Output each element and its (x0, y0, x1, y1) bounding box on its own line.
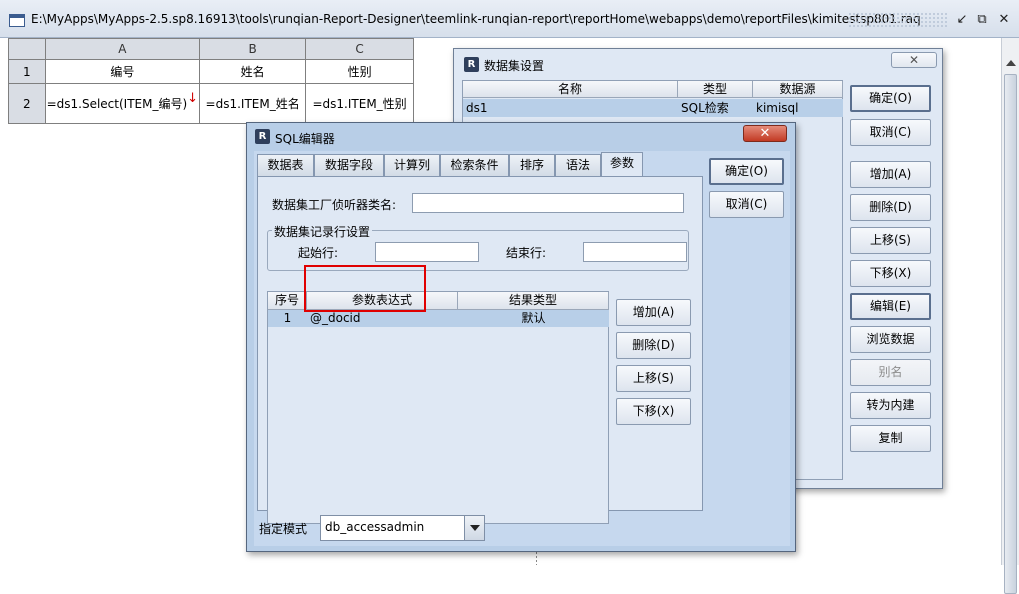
report-app-icon: R (464, 57, 479, 72)
cell-a1[interactable]: 编号 (44, 59, 201, 84)
sql-dialog-title: SQL编辑器 (275, 132, 335, 146)
close-icon[interactable]: ✕ (995, 11, 1013, 29)
dataset-move-down-button[interactable]: 下移(X) (850, 260, 931, 287)
dataset-add-button[interactable]: 增加(A) (850, 161, 931, 188)
sql-close-button[interactable]: ✕ (743, 125, 787, 142)
param-row-type[interactable]: 默认 (458, 310, 609, 327)
listener-class-input[interactable] (412, 193, 684, 213)
tab-syntax[interactable]: 语法 (555, 154, 601, 176)
end-row-input[interactable] (583, 242, 687, 262)
cell-a2[interactable]: =ds1.Select(ITEM_编号)↓ (44, 83, 201, 124)
cell-b1[interactable]: 姓名 (199, 59, 307, 84)
record-range-title: 数据集记录行设置 (272, 223, 373, 240)
tab-conditions[interactable]: 检索条件 (440, 154, 509, 176)
column-header-b[interactable]: B (199, 38, 307, 60)
tab-tables[interactable]: 数据表 (257, 154, 314, 176)
row-header-2[interactable]: 2 (8, 83, 46, 124)
dataset-builtin-button[interactable]: 转为内建 (850, 392, 931, 419)
param-add-button[interactable]: 增加(A) (616, 299, 691, 326)
end-row-label: 结束行: (506, 246, 547, 260)
sql-cancel-button[interactable]: 取消(C) (709, 191, 784, 218)
dataset-delete-button[interactable]: 删除(D) (850, 194, 931, 221)
chevron-down-icon[interactable] (464, 516, 484, 540)
dataset-alias-button[interactable]: 别名 (850, 359, 931, 386)
tab-fields[interactable]: 数据字段 (314, 154, 384, 176)
param-move-up-button[interactable]: 上移(S) (616, 365, 691, 392)
cell-c1[interactable]: 性别 (305, 59, 414, 84)
param-col-type[interactable]: 结果类型 (458, 292, 609, 310)
dataset-move-up-button[interactable]: 上移(S) (850, 227, 931, 254)
schema-mode-select[interactable]: db_accessadmin (320, 515, 485, 541)
dataset-cancel-button[interactable]: 取消(C) (850, 119, 931, 146)
window-title-bar: E:\MyApps\MyApps-2.5.sp8.16913\tools\run… (0, 0, 1019, 38)
param-move-down-button[interactable]: 下移(X) (616, 398, 691, 425)
sql-editor-dialog: R SQL编辑器 ✕ 数据表 数据字段 计算列 检索条件 排序 语法 参数 数据… (246, 122, 796, 552)
dataset-browse-button[interactable]: 浏览数据 (850, 326, 931, 353)
dataset-row-name[interactable]: ds1 (463, 99, 678, 117)
report-grid: A B C 1 编号 姓名 性别 2 =ds1.Select(ITEM_编号)↓… (8, 38, 414, 124)
document-icon (9, 14, 25, 27)
vertical-scrollbar[interactable] (1001, 38, 1019, 594)
cell-c2[interactable]: =ds1.ITEM_性别 (305, 83, 414, 124)
column-header-a[interactable]: A (44, 38, 201, 60)
dataset-row-source[interactable]: kimisql (753, 99, 843, 117)
dataset-col-type[interactable]: 类型 (678, 81, 753, 98)
dataset-row-type[interactable]: SQL检索 (678, 99, 753, 117)
param-row-expr[interactable]: @_docid (307, 310, 458, 327)
expand-down-icon: ↓ (187, 91, 199, 106)
cell-b2[interactable]: =ds1.ITEM_姓名 (199, 83, 307, 124)
mode-label: 指定模式 (259, 522, 308, 536)
window-title: E:\MyApps\MyApps-2.5.sp8.16913\tools\run… (31, 12, 921, 26)
sql-ok-button[interactable]: 确定(O) (709, 158, 784, 185)
cell-a2-text: =ds1.Select(ITEM_编号) (46, 97, 188, 111)
title-grip (848, 12, 948, 28)
params-panel: 数据集工厂侦听器类名: 数据集记录行设置 起始行: 结束行: 序号 参数表达式 … (257, 176, 703, 524)
scroll-thumb[interactable] (1004, 74, 1017, 594)
dataset-col-name[interactable]: 名称 (463, 81, 678, 98)
tab-sort[interactable]: 排序 (509, 154, 555, 176)
report-app-icon: R (255, 129, 270, 144)
corner-cell[interactable] (8, 38, 46, 60)
dataset-copy-button[interactable]: 复制 (850, 425, 931, 452)
start-row-label: 起始行: (298, 246, 339, 260)
restore-icon[interactable]: ⧉ (973, 11, 991, 29)
annotation-highlight-box (304, 265, 426, 312)
dataset-close-button[interactable]: ✕ (891, 52, 937, 68)
param-row-no[interactable]: 1 (268, 310, 307, 327)
sql-dialog-body: 数据表 数据字段 计算列 检索条件 排序 语法 参数 数据集工厂侦听器类名: 数… (254, 151, 790, 546)
dataset-edit-button[interactable]: 编辑(E) (850, 293, 931, 320)
param-col-no[interactable]: 序号 (268, 292, 307, 310)
column-header-c[interactable]: C (305, 38, 414, 60)
tab-computed[interactable]: 计算列 (384, 154, 440, 176)
scroll-up-icon[interactable] (1006, 60, 1016, 66)
schema-mode-value: db_accessadmin (325, 520, 425, 534)
minimize-icon[interactable]: ↙ (953, 11, 971, 29)
tab-params[interactable]: 参数 (601, 152, 643, 177)
dataset-col-source[interactable]: 数据源 (753, 81, 843, 98)
row-header-1[interactable]: 1 (8, 59, 46, 84)
start-row-input[interactable] (375, 242, 479, 262)
dataset-dialog-title: 数据集设置 (484, 59, 545, 73)
param-delete-button[interactable]: 删除(D) (616, 332, 691, 359)
dataset-ok-button[interactable]: 确定(O) (850, 85, 931, 112)
listener-label: 数据集工厂侦听器类名: (272, 198, 397, 212)
params-table: 序号 参数表达式 结果类型 1 @_docid 默认 (267, 291, 609, 524)
